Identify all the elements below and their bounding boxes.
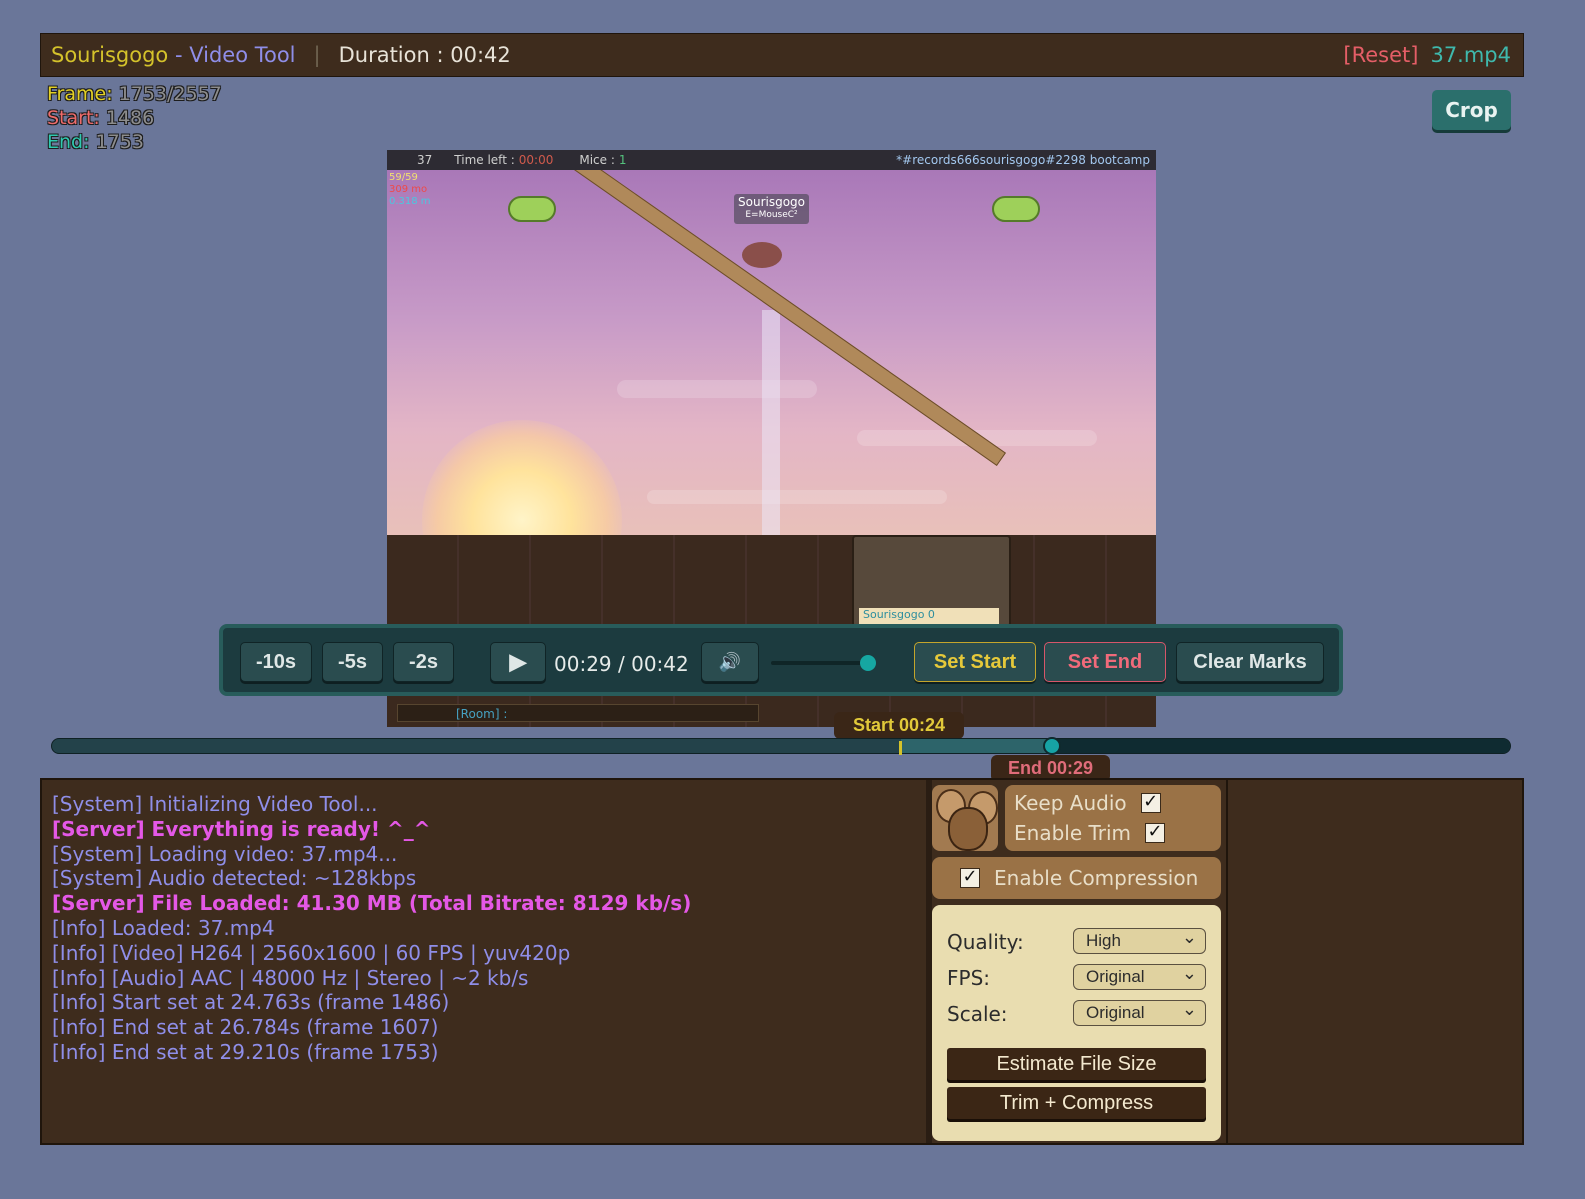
video-cloud — [617, 380, 817, 398]
start-label: Start: — [47, 107, 100, 129]
game-level: 37 — [417, 153, 433, 167]
mice-value: 1 — [618, 153, 627, 167]
game-mini-stats: 59/59 309 mo 0.318 m — [389, 172, 431, 208]
skip-back-10-button[interactable]: -10s — [240, 642, 312, 682]
start-marker-label: Start 00:24 — [834, 712, 964, 739]
log-line: [Info] Loaded: 37.mp4 — [52, 915, 275, 940]
volume-slider[interactable] — [771, 661, 871, 665]
mini-stat: 59/59 — [389, 172, 418, 183]
quality-value: High — [1086, 931, 1121, 950]
log-line: [Server] File Loaded: 41.30 MB (Total Bi… — [52, 891, 692, 916]
timeline-selection — [900, 739, 1054, 753]
frame-label: Frame: — [47, 83, 113, 105]
set-start-button[interactable]: Set Start — [914, 642, 1036, 682]
log-line: [Info] Start set at 24.763s (frame 1486) — [52, 990, 450, 1015]
log-line: [Info] End set at 26.784s (frame 1607) — [52, 1015, 439, 1040]
enable-trim-label: Enable Trim — [1014, 821, 1132, 845]
start-marker-tick[interactable] — [898, 741, 902, 755]
time-left-value: 00:00 — [518, 153, 554, 167]
volume-button[interactable]: 🔊 — [701, 642, 759, 682]
title-dash: - — [168, 43, 190, 67]
avatar-face — [948, 807, 988, 851]
crop-button[interactable]: Crop — [1432, 90, 1511, 130]
game-chat-bar: [Room] : — [397, 704, 759, 722]
quality-select[interactable]: High — [1073, 925, 1206, 954]
app-name: Sourisgogo — [51, 43, 169, 67]
scale-select[interactable]: Original — [1073, 997, 1206, 1026]
scale-value: Original — [1086, 1003, 1145, 1022]
end-value: 1753 — [95, 131, 144, 153]
quality-label: Quality: — [947, 930, 1024, 954]
mini-stat: 309 mo — [389, 184, 428, 195]
game-top-bar: 37 Time left : 00:00 Mice : 1 *#records6… — [387, 150, 1156, 170]
timeline-remaining — [1053, 739, 1510, 753]
panel-divider — [1226, 780, 1228, 1143]
fps-value: Original — [1086, 967, 1145, 986]
file-name: 37.mp4 — [1430, 43, 1511, 67]
compression-settings: Quality: High FPS: Original Scale: Origi… — [932, 905, 1221, 1141]
enable-compression-checkbox[interactable]: ✓ — [960, 868, 980, 888]
play-button[interactable]: ▶ — [490, 642, 546, 682]
video-cloud — [647, 490, 947, 504]
compression-option: ✓ Enable Compression — [932, 857, 1221, 899]
mice-label: Mice : — [579, 153, 615, 167]
log-line: [System] Initializing Video Tool... — [52, 792, 378, 816]
skip-back-2-button[interactable]: -2s — [393, 642, 454, 682]
player-name: Sourisgogo — [738, 195, 806, 209]
play-icon: ▶ — [509, 649, 527, 674]
title-separator: | — [313, 43, 321, 67]
log-output: [System] Initializing Video Tool... [Serv… — [52, 792, 922, 1065]
video-mouse — [742, 242, 782, 268]
clear-marks-button[interactable]: Clear Marks — [1176, 642, 1324, 682]
fps-label: FPS: — [947, 966, 990, 990]
player-name-tag: Sourisgogo E=MouseC² — [734, 194, 810, 224]
duration-label: Duration : 00:42 — [338, 43, 511, 67]
enable-compression-label: Enable Compression — [994, 866, 1199, 890]
volume-slider-handle[interactable] — [860, 655, 876, 671]
time-display: 00:29 / 00:42 — [554, 652, 689, 676]
player-title: E=MouseC² — [745, 210, 798, 220]
keep-audio-checkbox[interactable]: ✓ — [1140, 793, 1161, 813]
log-line: [Info] [Audio] AAC | 48000 Hz | Stereo |… — [52, 965, 529, 990]
estimate-file-size-button[interactable]: Estimate File Size — [947, 1048, 1206, 1080]
enable-trim-checkbox[interactable]: ✓ — [1145, 823, 1166, 843]
frame-stats: Frame: 1753/2557 Start: 1486 End: 1753 — [47, 82, 222, 154]
set-end-button[interactable]: Set End — [1044, 642, 1166, 682]
tool-name: Video Tool — [189, 43, 296, 67]
frame-value: 1753/2557 — [118, 83, 222, 105]
audio-trim-options: Keep Audio ✓ Enable Trim ✓ — [1005, 785, 1221, 851]
scale-label: Scale: — [947, 1002, 1008, 1026]
hud-player-name: Sourisgogo 0 — [859, 608, 999, 624]
avatar — [932, 785, 998, 851]
title-bar: Sourisgogo - Video Tool | Duration : 00:… — [40, 33, 1524, 77]
video-bush — [508, 196, 556, 222]
playback-controls: -10s -5s -2s ▶ 00:29 / 00:42 🔊 Set Start… — [219, 624, 1343, 696]
log-line: [System] Loading video: 37.mp4... — [52, 841, 398, 866]
video-waterfall — [762, 310, 780, 540]
skip-back-5-button[interactable]: -5s — [322, 642, 383, 682]
trim-compress-button[interactable]: Trim + Compress — [947, 1087, 1206, 1119]
keep-audio-label: Keep Audio — [1014, 791, 1127, 815]
log-panel: [System] Initializing Video Tool... [Serv… — [40, 778, 1524, 1145]
room-title: *#records666sourisgogo#2298 bootcamp — [896, 153, 1150, 167]
reset-link[interactable]: [Reset] — [1343, 43, 1418, 67]
log-line: [Info] [Video] H264 | 2560x1600 | 60 FPS… — [52, 940, 571, 965]
video-bush — [992, 196, 1040, 222]
log-line: [System] Audio detected: ~128kbps — [52, 866, 417, 891]
timeline-track[interactable] — [51, 738, 1511, 754]
fps-select[interactable]: Original — [1073, 961, 1206, 990]
mini-stat: 0.318 m — [389, 196, 431, 207]
time-left-label: Time left : — [454, 153, 515, 167]
log-line: [Server] Everything is ready! ^_^ — [52, 816, 431, 841]
start-value: 1486 — [105, 107, 155, 129]
end-label: End: — [47, 131, 90, 153]
log-line: [Info] End set at 29.210s (frame 1753) — [52, 1039, 439, 1064]
volume-icon: 🔊 — [718, 651, 742, 672]
